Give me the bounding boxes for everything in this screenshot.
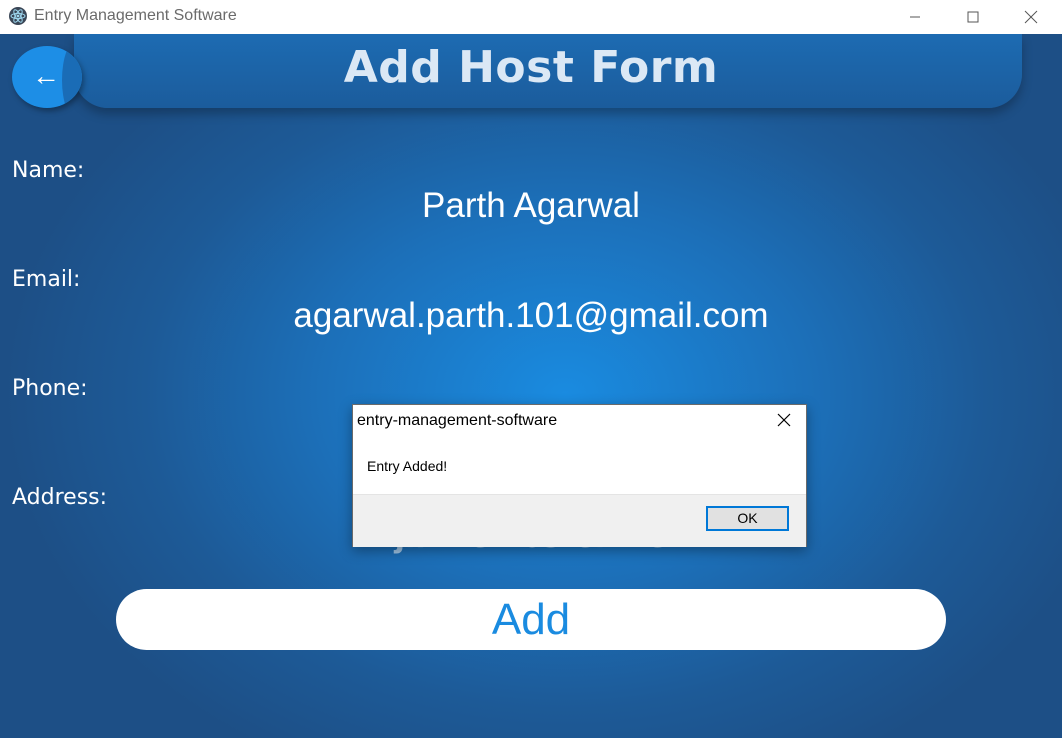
window-title-bar: Entry Management Software — [0, 0, 1062, 34]
dialog-message: Entry Added! — [367, 458, 448, 474]
alert-dialog: entry-management-software Entry Added! O… — [352, 404, 807, 547]
close-window-button[interactable] — [1008, 0, 1054, 34]
minimize-button[interactable] — [892, 0, 938, 34]
ok-button[interactable]: OK — [706, 506, 789, 531]
maximize-button[interactable] — [950, 0, 996, 34]
phone-label: Phone: — [12, 376, 88, 401]
page-title: Add Host Form — [343, 42, 719, 93]
back-arrow-icon: ← — [32, 60, 60, 91]
close-icon — [1024, 10, 1038, 24]
add-button[interactable]: Add — [116, 589, 946, 650]
dialog-title: entry-management-software — [357, 412, 558, 429]
email-field[interactable]: agarwal.parth.101@gmail.com — [0, 296, 1062, 336]
name-label: Name: — [12, 158, 85, 183]
dialog-footer: OK — [353, 494, 806, 547]
back-button[interactable]: ← — [12, 46, 82, 108]
name-field[interactable]: Parth Agarwal — [0, 186, 1062, 226]
email-label: Email: — [12, 267, 81, 292]
electron-icon — [9, 7, 27, 25]
close-icon — [777, 413, 791, 427]
dialog-close-button[interactable] — [777, 413, 791, 427]
app-content: Add Host Form ← Name: Parth Agarwal Emai… — [0, 34, 1062, 738]
address-label: Address: — [12, 485, 108, 510]
maximize-icon — [967, 11, 979, 23]
window-title: Entry Management Software — [34, 7, 237, 24]
minimize-icon — [910, 16, 920, 18]
